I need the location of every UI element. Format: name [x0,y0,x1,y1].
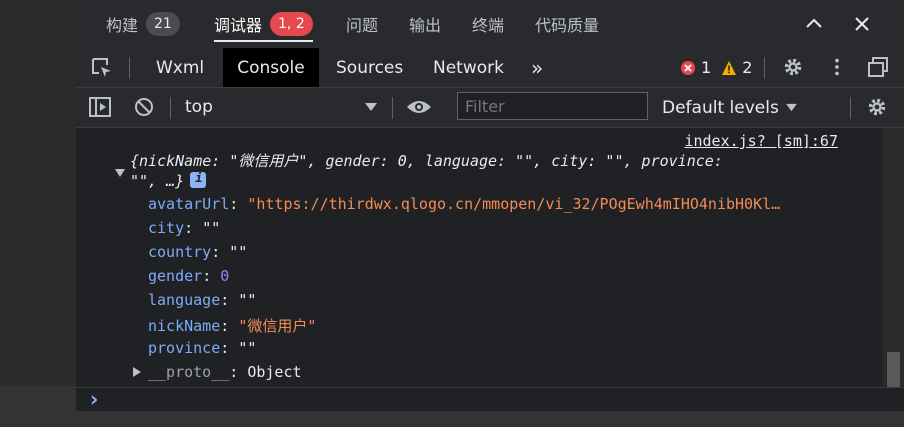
console-toolbar: top Default levels [76,88,904,128]
tab-terminal[interactable]: 终端 [472,0,504,48]
tab-network[interactable]: Network [433,48,504,87]
issues-counter[interactable]: 1 2 [680,48,752,87]
property-value: "微信用户" [238,317,317,335]
property-key: gender [148,267,203,285]
toolbar-divider [129,57,130,79]
object-summary-line-1[interactable]: {nickName: "微信用户", gender: 0, language: … [130,150,723,171]
tab-console[interactable]: Console [223,48,319,87]
tab-build-badge: 21 [146,12,180,36]
log-levels-label: Default levels [662,97,779,118]
clear-console-icon[interactable] [134,97,154,117]
tab-problems-label: 问题 [346,16,379,35]
console-output: index.js? [sm]:67 {nickName: "微信用户", gen… [76,128,882,386]
property-value: "" [202,219,221,237]
tab-sources-label: Sources [336,57,404,78]
tab-wxml-label: Wxml [156,57,205,78]
tab-build-label: 构建 [106,16,139,35]
property-value: "" [238,291,257,309]
collapse-chevron-up-icon[interactable] [804,14,824,34]
tab-debugger-badge: 1, 2 [270,12,313,36]
property-row[interactable]: province: "" [148,339,256,357]
tab-debugger[interactable]: 调试器 1, 2 [214,0,313,48]
property-value: "" [229,243,248,261]
proto-key: __proto__ [148,363,230,381]
property-key: nickName [148,317,221,335]
bottom-strip [76,411,904,427]
toolbar-divider [170,97,171,119]
property-value: "" [238,339,257,357]
toolbar-divider [764,57,765,79]
tab-terminal-label: 终端 [472,16,505,35]
tab-code-quality-label: 代码质量 [535,16,600,35]
context-label: top [185,97,213,117]
context-selector[interactable]: top [172,88,388,127]
tab-sources[interactable]: Sources [336,48,403,87]
expand-triangle-down-icon[interactable] [115,169,125,177]
source-link[interactable]: index.js? [sm]:67 [684,132,838,150]
property-row[interactable]: country: "" [148,243,247,261]
toolbar-divider [392,97,393,119]
more-tabs-icon: » [531,55,544,80]
proto-row[interactable]: __proto__: Object [148,363,302,381]
filter-input[interactable] [457,92,648,120]
object-summary-tail: "", …} [130,172,185,190]
property-row[interactable]: nickName: "微信用户" [148,315,316,336]
tab-code-quality[interactable]: 代码质量 [535,0,599,48]
error-count: 1 [701,58,712,77]
inspect-element-icon[interactable] [90,56,114,80]
more-vertical-icon[interactable] [826,56,848,78]
tab-build[interactable]: 构建 21 [106,0,180,48]
tab-network-label: Network [433,57,504,78]
error-icon [681,60,695,75]
left-gutter [0,0,76,427]
top-tab-bar: 构建 21 调试器 1, 2 问题 输出 终端 代码质量 [76,0,904,48]
property-key: language [148,291,221,309]
property-value: "https://thirdwx.qlogo.cn/mmopen/vi_32/P… [247,195,781,213]
live-expression-eye-icon[interactable] [406,99,432,115]
property-row[interactable]: avatarUrl: "https://thirdwx.qlogo.cn/mmo… [148,195,780,213]
tab-output[interactable]: 输出 [409,0,441,48]
prompt-chevron-icon: › [90,387,99,411]
property-key: province [148,339,221,357]
console-settings-gear-icon[interactable] [866,96,888,118]
devtools-tab-bar: Wxml Console Sources Network » 1 2 [76,48,904,88]
property-row[interactable]: city: "" [148,219,220,237]
console-scrollbar[interactable] [882,128,904,404]
property-key: avatarUrl [148,195,230,213]
info-icon[interactable] [190,171,207,188]
warning-icon [722,60,737,75]
property-row[interactable]: language: "" [148,291,256,309]
property-value: 0 [220,267,230,285]
debugger-panel: 构建 21 调试器 1, 2 问题 输出 终端 代码质量 Wxml Consol… [76,0,904,427]
more-tabs-button[interactable]: » [531,48,543,87]
proto-value: Object [247,363,302,381]
dock-side-icon[interactable] [866,55,890,79]
property-row[interactable]: gender: 0 [148,267,229,285]
dropdown-triangle-icon [365,103,377,111]
dropdown-triangle-icon [785,103,797,112]
close-icon[interactable] [852,14,872,34]
console-prompt-row[interactable]: › [76,387,904,412]
tab-wxml[interactable]: Wxml [156,48,204,87]
warning-count: 2 [742,58,753,77]
toolbar-divider [850,97,851,119]
tab-debugger-label: 调试器 [214,16,263,35]
expand-triangle-right-icon[interactable] [133,367,141,377]
left-gutter-bottom [0,386,76,427]
tab-output-label: 输出 [409,16,442,35]
settings-gear-icon[interactable] [782,56,804,78]
show-sidebar-icon[interactable] [89,97,111,117]
tab-console-label: Console [237,57,305,78]
property-key: city [148,219,185,237]
property-key: country [148,243,212,261]
tab-problems[interactable]: 问题 [346,0,378,48]
object-summary-line-2: "", …} [130,171,207,190]
log-levels-dropdown[interactable]: Default levels [662,88,797,127]
